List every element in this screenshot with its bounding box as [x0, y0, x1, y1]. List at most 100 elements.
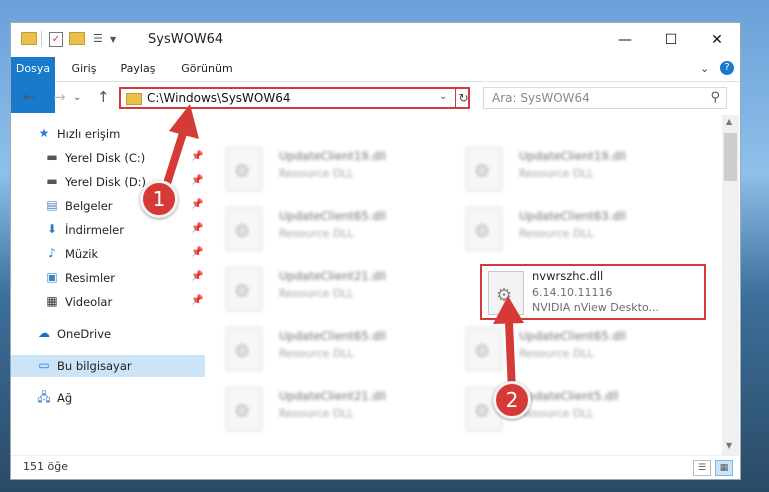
pin-icon[interactable]: 📌	[191, 151, 203, 162]
address-path[interactable]: C:\Windows\SysWOW64	[147, 91, 291, 105]
sidebar-item-quick-access[interactable]: ★ Hızlı erişim	[11, 123, 205, 145]
sidebar-item-label: Ağ	[57, 391, 73, 405]
expand-ribbon-icon[interactable]: ⌄	[700, 62, 709, 75]
tab-home[interactable]: Giriş	[59, 57, 109, 81]
folder-icon	[21, 32, 37, 45]
pin-icon[interactable]: 📌	[191, 199, 203, 210]
search-box[interactable]: Ara: SysWOW64 ⚲	[483, 87, 727, 109]
file-description: Resource DLL	[519, 347, 594, 360]
file-name: UpdateClient63.dll	[519, 209, 626, 223]
toolbar-separator	[41, 31, 42, 47]
refresh-icon[interactable]: ↻	[455, 89, 471, 107]
videos-icon: ▦	[46, 294, 58, 308]
pin-icon[interactable]: 📌	[191, 223, 203, 234]
pictures-icon: ▣	[46, 270, 58, 284]
recent-locations-icon[interactable]: ⌄	[73, 92, 81, 103]
tab-share[interactable]: Paylaş	[111, 57, 165, 81]
scroll-up-icon[interactable]: ▲	[726, 117, 732, 126]
drive-icon: ▬	[46, 174, 58, 188]
scrollbar-thumb[interactable]	[724, 133, 737, 181]
file-name: UpdateClient65.dll	[279, 329, 386, 343]
file-description: Resource DLL	[519, 227, 594, 240]
back-button[interactable]: ←	[23, 88, 36, 106]
dll-file-icon	[226, 207, 262, 251]
list-item[interactable]: UpdateClient19.dll Resource DLL	[216, 141, 441, 197]
sidebar-item-label: Yerel Disk (D:)	[65, 175, 147, 189]
search-icon[interactable]: ⚲	[710, 90, 720, 105]
new-folder-icon[interactable]	[69, 32, 85, 45]
chevron-down-icon[interactable]: ⌄	[439, 91, 447, 102]
file-name: UpdateClient21.dll	[279, 389, 386, 403]
sidebar-item-label: Yerel Disk (C:)	[65, 151, 146, 165]
up-button[interactable]: ↑	[97, 88, 110, 106]
dll-file-icon	[226, 147, 262, 191]
status-bar: 151 öğe ☰ ▦	[11, 455, 740, 479]
pin-icon[interactable]: 📌	[191, 271, 203, 282]
list-item[interactable]: UpdateClient21.dll Resource DLL	[216, 261, 441, 317]
details-view-icon[interactable]: ☰	[693, 460, 711, 476]
star-icon: ★	[38, 126, 50, 140]
file-description: Resource DLL	[519, 167, 594, 180]
maximize-button[interactable]: ☐	[648, 23, 694, 57]
pin-icon[interactable]: 📌	[191, 247, 203, 258]
large-icons-view-icon[interactable]: ▦	[715, 460, 733, 476]
properties-icon[interactable]: ✓	[49, 32, 63, 47]
cloud-icon: ☁	[38, 326, 50, 340]
sidebar-item-this-pc[interactable]: ▭ Bu bilgisayar	[11, 355, 205, 377]
file-name: UpdateClient5.dll	[519, 389, 619, 403]
network-icon: 🖧	[37, 390, 51, 404]
scroll-down-icon[interactable]: ▼	[726, 441, 732, 450]
sidebar-item-label: Resimler	[65, 271, 115, 285]
item-count: 151 öğe	[23, 460, 68, 473]
title-bar: ✓ ☰ ▼ SysWOW64 — ☐ ✕	[11, 23, 740, 57]
computer-icon: ▭	[38, 358, 50, 372]
dll-file-icon	[466, 327, 502, 371]
sidebar-item-onedrive[interactable]: ☁ OneDrive	[11, 323, 205, 345]
downloads-icon: ⬇	[46, 222, 58, 236]
sidebar-item-downloads[interactable]: ⬇ İndirmeler 📌	[11, 219, 205, 241]
view-list-icon[interactable]: ☰	[93, 32, 107, 45]
dll-file-icon	[226, 387, 262, 431]
sidebar-item-network[interactable]: 🖧 Ağ	[11, 387, 205, 409]
navigation-bar: ← → ⌄ ↑ C:\Windows\SysWOW64 ⌄ ↻ Ara: Sys…	[11, 82, 740, 114]
search-input[interactable]: Ara: SysWOW64	[492, 91, 590, 105]
window-title: SysWOW64	[148, 32, 224, 47]
address-bar[interactable]: C:\Windows\SysWOW64 ⌄ ↻	[119, 87, 470, 109]
dll-file-icon	[466, 147, 502, 191]
pin-icon[interactable]: 📌	[191, 295, 203, 306]
forward-button[interactable]: →	[53, 88, 66, 106]
list-item[interactable]: UpdateClient65.dll Resource DLL	[456, 321, 681, 377]
file-name: nvwrszhc.dll	[532, 269, 604, 283]
documents-icon: ▤	[46, 198, 58, 212]
sidebar-item-pictures[interactable]: ▣ Resimler 📌	[11, 267, 205, 289]
file-description: Resource DLL	[519, 407, 594, 420]
list-item[interactable]: UpdateClient5.dll Resource DLL	[456, 381, 681, 437]
sidebar-item-label: Bu bilgisayar	[57, 359, 132, 373]
tab-view[interactable]: Görünüm	[177, 57, 237, 81]
sidebar-item-music[interactable]: ♪ Müzik 📌	[11, 243, 205, 265]
help-icon[interactable]: ?	[720, 61, 734, 75]
file-description: Resource DLL	[279, 227, 354, 240]
file-name: UpdateClient19.dll	[519, 149, 626, 163]
sidebar-item-videos[interactable]: ▦ Videolar 📌	[11, 291, 205, 313]
dll-file-icon	[488, 271, 524, 315]
sidebar-item-label: İndirmeler	[65, 223, 124, 237]
highlighted-file[interactable]: nvwrszhc.dll 6.14.10.11116 NVIDIA nView …	[480, 264, 706, 320]
sidebar-item-local-disk-c[interactable]: ▬ Yerel Disk (C:) 📌	[11, 147, 205, 169]
minimize-button[interactable]: —	[602, 23, 648, 57]
pin-icon[interactable]: 📌	[191, 175, 203, 186]
chevron-down-icon[interactable]: ▼	[110, 35, 116, 44]
list-item[interactable]: UpdateClient19.dll Resource DLL	[456, 141, 681, 197]
list-item[interactable]: UpdateClient63.dll Resource DLL	[456, 201, 681, 257]
file-description: Resource DLL	[279, 347, 354, 360]
step-badge-1: 1	[140, 180, 178, 218]
vertical-scrollbar[interactable]: ▲ ▼	[722, 115, 739, 455]
dll-file-icon	[466, 207, 502, 251]
file-name: UpdateClient21.dll	[279, 269, 386, 283]
list-item[interactable]: UpdateClient65.dll Resource DLL	[216, 321, 441, 377]
close-button[interactable]: ✕	[694, 23, 740, 57]
sidebar-item-label: OneDrive	[57, 327, 112, 341]
list-item[interactable]: UpdateClient65.dll Resource DLL	[216, 201, 441, 257]
list-item[interactable]: UpdateClient21.dll Resource DLL	[216, 381, 441, 437]
ribbon: Dosya Giriş Paylaş Görünüm ⌄ ?	[11, 57, 740, 113]
